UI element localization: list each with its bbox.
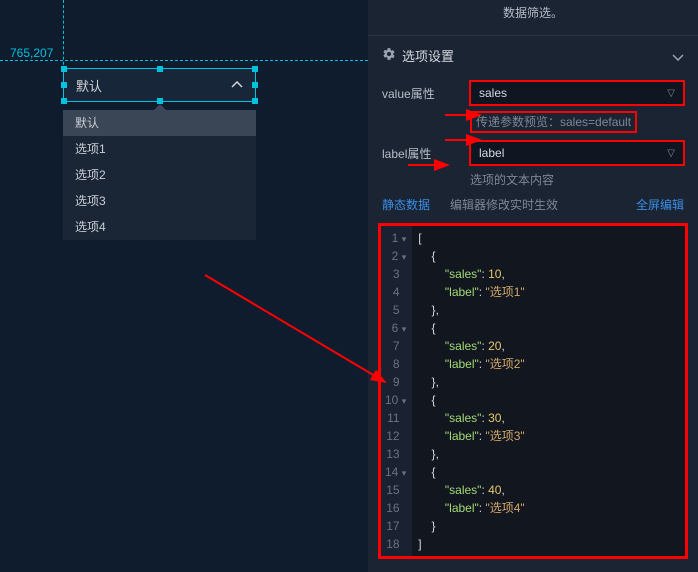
filter-note: 数据筛选。 [368, 0, 698, 35]
guide-vertical [63, 0, 64, 75]
menu-arrow-icon [154, 104, 166, 110]
static-data-hint: 编辑器修改实时生效 [450, 196, 558, 213]
value-field-label: value属性 [382, 85, 462, 102]
selection-handle[interactable] [157, 66, 163, 72]
menu-item[interactable]: 选项3 [63, 188, 256, 214]
value-attribute-value: sales [479, 86, 507, 100]
value-attribute-row: value属性 sales ▽ [368, 75, 698, 111]
chevron-down-icon [672, 48, 684, 64]
section-header-options[interactable]: 选项设置 [368, 36, 698, 75]
label-attribute-select[interactable]: label ▽ [470, 141, 684, 165]
selection-handle[interactable] [61, 82, 67, 88]
menu-item[interactable]: 默认 [63, 110, 256, 136]
full-edit-link[interactable]: 全屏编辑 [636, 196, 684, 213]
menu-item[interactable]: 选项2 [63, 162, 256, 188]
code-source[interactable]: [ { "sales": 10, "label": "选项1" }, { "sa… [412, 226, 685, 556]
param-preview: 传递参数预览：sales=default [470, 111, 637, 133]
dropdown-component[interactable]: 默认 [63, 68, 256, 102]
section-title: 选项设置 [402, 46, 454, 65]
static-data-row: 静态数据 编辑器修改实时生效 全屏编辑 [368, 190, 698, 219]
code-editor[interactable]: 1 ▾2 ▾3 4 5 6 ▾7 8 9 10 ▾11 12 13 14 ▾15… [378, 223, 688, 559]
selection-handle[interactable] [252, 98, 258, 104]
selection-handle[interactable] [252, 82, 258, 88]
selection-handle[interactable] [61, 98, 67, 104]
code-gutter: 1 ▾2 ▾3 4 5 6 ▾7 8 9 10 ▾11 12 13 14 ▾15… [381, 226, 412, 556]
label-hint: 选项的文本内容 [368, 171, 698, 190]
chevron-down-icon: ▽ [667, 88, 675, 99]
chevron-down-icon: ▽ [667, 148, 675, 159]
coordinates-label: 765,207 [10, 46, 53, 60]
static-data-label: 静态数据 [382, 196, 430, 213]
dropdown-menu: 默认选项1选项2选项3选项4 [63, 110, 256, 240]
label-attribute-row: label属性 label ▽ [368, 135, 698, 171]
menu-item[interactable]: 选项1 [63, 136, 256, 162]
value-attribute-select[interactable]: sales ▽ [470, 81, 684, 105]
chevron-up-icon [231, 76, 243, 94]
design-canvas: 765,207 默认 默认选项1选项2选项3选项4 [0, 0, 368, 572]
label-field-label: label属性 [382, 145, 462, 162]
param-preview-row: 传递参数预览：sales=default [368, 111, 698, 135]
dropdown-label: 默认 [76, 76, 102, 95]
menu-item[interactable]: 选项4 [63, 214, 256, 240]
label-attribute-value: label [479, 146, 504, 160]
selection-handle[interactable] [61, 66, 67, 72]
gear-icon [382, 47, 396, 64]
selection-handle[interactable] [252, 66, 258, 72]
guide-horizontal [0, 60, 368, 61]
properties-panel: 数据筛选。 选项设置 value属性 sales ▽ 传递参数预览：sales=… [368, 0, 698, 572]
